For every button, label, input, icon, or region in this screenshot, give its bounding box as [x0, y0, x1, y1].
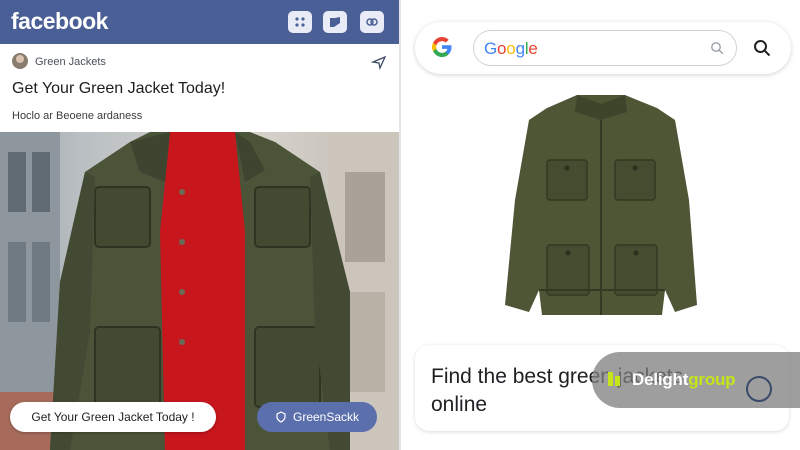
- grid-icon[interactable]: [288, 11, 312, 33]
- google-search-bar: Google: [415, 22, 791, 74]
- google-g-icon[interactable]: [431, 36, 453, 58]
- watermark-text: Delightgroup: [632, 370, 736, 390]
- ad-comparison-screen: facebook Green Jackets Get Your Green Ja…: [0, 0, 800, 450]
- brand-watermark: Delightgroup: [592, 352, 800, 408]
- groups-icon[interactable]: [360, 11, 384, 33]
- search-icon[interactable]: [710, 41, 724, 55]
- search-icon[interactable]: [753, 39, 771, 57]
- facebook-logo[interactable]: facebook: [11, 8, 108, 35]
- watermark-text-accent: group: [688, 370, 736, 389]
- facebook-panel: facebook Green Jackets Get Your Green Ja…: [0, 0, 399, 450]
- circle-icon: [746, 376, 772, 402]
- messenger-icon[interactable]: [323, 11, 347, 33]
- search-input-text: Google: [484, 39, 538, 58]
- post-header: Green Jackets Get Your Green Jacket Toda…: [0, 44, 399, 132]
- search-input[interactable]: Google: [473, 30, 737, 66]
- post-subtitle: Hoclo ar Beoene ardaness: [12, 110, 143, 122]
- page-name[interactable]: Green Jackets: [35, 56, 106, 68]
- search-input-value: Google: [484, 39, 538, 59]
- facebook-top-bar: facebook: [0, 0, 399, 44]
- avatar[interactable]: [12, 53, 28, 69]
- brand-page-button[interactable]: GreenSackk: [257, 402, 377, 432]
- brand-page-label: GreenSackk: [292, 410, 360, 424]
- send-icon[interactable]: [371, 54, 387, 70]
- delightgroup-logo-icon: [608, 372, 620, 386]
- post-title: Get Your Green Jacket Today!: [12, 80, 226, 97]
- green-jacket-product-image[interactable]: [497, 90, 705, 320]
- shield-icon: [276, 411, 286, 423]
- watermark-text-main: Delight: [632, 370, 689, 389]
- cta-button[interactable]: Get Your Green Jacket Today !: [10, 402, 216, 432]
